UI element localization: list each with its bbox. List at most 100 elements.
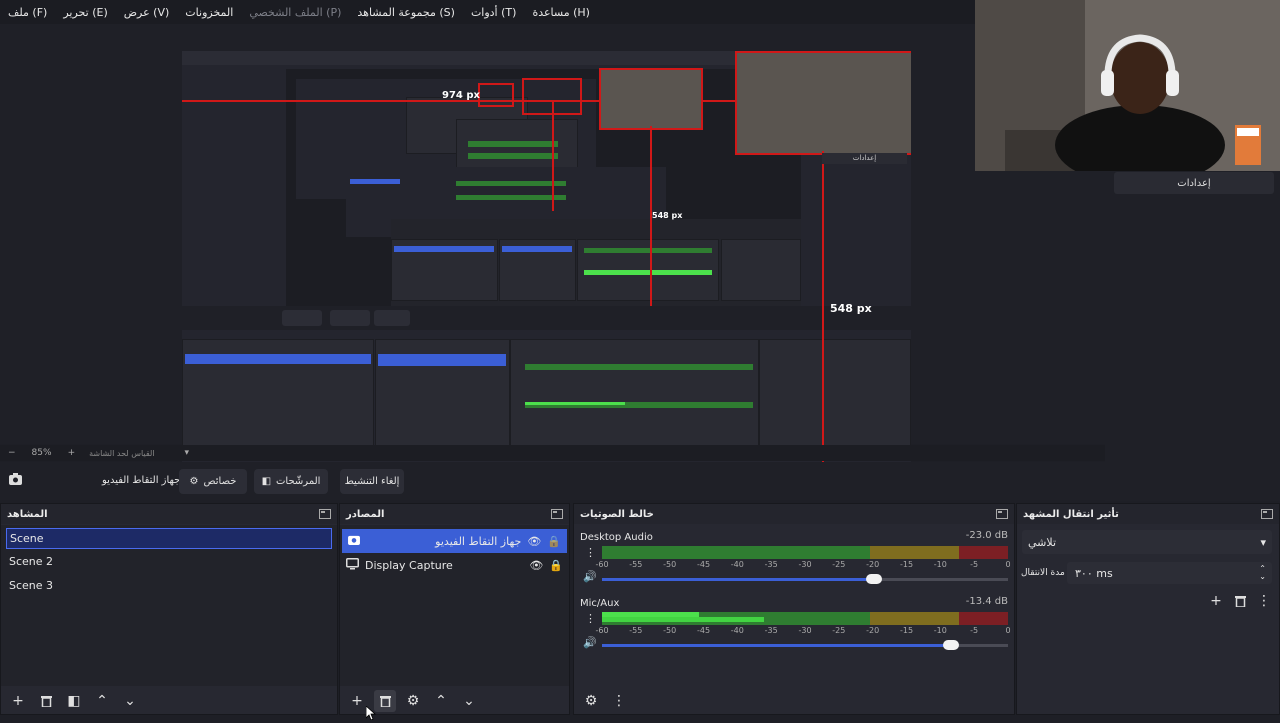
lock-icon[interactable]: 🔒 xyxy=(549,559,563,572)
channel-db: -23.0 dB xyxy=(965,530,1008,541)
mini-docks-1 xyxy=(391,219,801,309)
scale-tick: -10 xyxy=(933,626,947,635)
add-transition-button[interactable]: + xyxy=(1205,590,1227,612)
advanced-audio-button[interactable]: ⚙ xyxy=(580,690,602,712)
undock-icon[interactable] xyxy=(1261,509,1273,519)
spin-arrows-icon[interactable]: ⌃ ⌄ xyxy=(1259,565,1266,581)
mini-controls xyxy=(182,306,911,330)
volume-slider[interactable] xyxy=(602,574,1008,584)
right-dock xyxy=(1105,171,1280,501)
mini-sources xyxy=(375,339,510,461)
scenes-list: Scene Scene 2 Scene 3 xyxy=(1,525,337,686)
preview-area[interactable]: 974 px 548 px 548 px إعدادات xyxy=(0,24,1105,462)
scenes-header: المشاهد xyxy=(1,504,337,524)
scale-tick: -15 xyxy=(899,626,914,635)
channel-db: -13.4 dB xyxy=(965,596,1008,607)
speaker-icon[interactable]: 🔊 xyxy=(583,636,597,649)
source-properties-button[interactable]: ⚙ xyxy=(402,690,424,712)
filters-button[interactable]: ◧ المرشّحات xyxy=(254,469,328,494)
menu-tools[interactable]: أدوات (T) xyxy=(463,6,525,19)
scene-item[interactable]: Scene 3 xyxy=(1,573,337,597)
source-item-display-capture[interactable]: Display Capture 👁 🔒 xyxy=(340,553,569,577)
move-down-button[interactable]: ⌄ xyxy=(458,690,480,712)
lock-icon[interactable]: 🔒 xyxy=(547,535,561,548)
source-item-video-capture[interactable]: جهاز التقاط الفيديو 👁 🔒 xyxy=(342,529,567,553)
scene-filters-button[interactable]: ◧ xyxy=(63,690,85,712)
zoom-in-button[interactable]: + xyxy=(68,448,76,458)
menu-file[interactable]: ملف (F) xyxy=(0,6,55,19)
preview-canvas[interactable]: 974 px 548 px 548 px إعدادات xyxy=(182,51,911,462)
guide-box-1 xyxy=(478,83,514,107)
eye-icon[interactable]: 👁 xyxy=(527,535,541,548)
volume-slider[interactable] xyxy=(602,640,1008,650)
more-options-icon[interactable]: ⋮ xyxy=(585,612,596,625)
scale-tick: -60 xyxy=(595,560,609,569)
scale-tick: -35 xyxy=(764,626,778,635)
zoom-bar: − 85% + القياس لحد الشاشة ▾ xyxy=(0,445,1105,461)
undock-icon[interactable] xyxy=(551,509,563,519)
zoom-out-button[interactable]: − xyxy=(8,448,16,458)
scale-tick: -15 xyxy=(899,560,914,569)
transition-type-select[interactable]: تلاشي ▾ xyxy=(1022,530,1272,554)
scale-tick: -30 xyxy=(798,626,812,635)
eye-icon[interactable]: 👁 xyxy=(529,559,543,572)
speaker-icon[interactable]: 🔊 xyxy=(583,570,597,583)
properties-button[interactable]: ⚙ خصائص xyxy=(179,469,247,494)
transition-title: تأثير انتقال المشهد xyxy=(1023,508,1119,520)
audio-mixer-dock: خالط الصوتيات Desktop Audio -23.0 dB ⋮ -… xyxy=(573,503,1015,715)
gear-icon: ⚙ xyxy=(189,476,199,487)
scene-item[interactable]: Scene xyxy=(6,528,332,549)
scale-tick: -20 xyxy=(866,626,880,635)
move-up-button[interactable]: ⌃ xyxy=(91,690,113,712)
move-up-button[interactable]: ⌃ xyxy=(430,690,452,712)
duration-spinbox[interactable]: ٣٠٠ ms ⌃ ⌄ xyxy=(1067,562,1272,584)
scale-tick: -5 xyxy=(970,626,979,635)
menu-docks[interactable]: المخزونات xyxy=(177,6,241,19)
mixer-channel-desktop: Desktop Audio -23.0 dB ⋮ -60 -55 -50 -45 -40… xyxy=(580,530,1011,590)
scale-tick: -5 xyxy=(970,560,979,569)
guide-box-4 xyxy=(735,51,911,155)
sources-header: المصادر xyxy=(340,504,569,524)
volume-meter xyxy=(602,612,1008,625)
more-options-icon[interactable]: ⋮ xyxy=(585,546,596,559)
undock-icon[interactable] xyxy=(996,509,1008,519)
scenes-title: المشاهد xyxy=(7,508,48,520)
menu-scene-collection[interactable]: مجموعة المشاهد (S) xyxy=(349,6,463,19)
remove-transition-button[interactable] xyxy=(1229,590,1251,612)
add-scene-button[interactable]: + xyxy=(7,690,29,712)
scale-tick: -25 xyxy=(832,626,846,635)
menu-edit[interactable]: تحرير (E) xyxy=(55,6,115,19)
menu-view[interactable]: عرض (V) xyxy=(116,6,178,19)
add-source-button[interactable]: + xyxy=(346,690,368,712)
webcam-preview xyxy=(975,0,1280,171)
scale-tick: -45 xyxy=(696,560,711,569)
menu-bar: ملف (F) تحرير (E) عرض (V) المخزونات المل… xyxy=(0,0,975,24)
volume-meter xyxy=(602,546,1008,559)
guide-line-v1 xyxy=(552,101,554,211)
scale-tick: -40 xyxy=(730,626,744,635)
deactivate-button[interactable]: إلغاء التنشيط xyxy=(340,469,404,494)
settings-button[interactable]: إعدادات xyxy=(1114,172,1274,194)
camera-icon xyxy=(9,473,22,488)
remove-source-button[interactable] xyxy=(374,690,396,712)
guide-line-v3 xyxy=(822,151,824,462)
zoom-dropdown-icon[interactable]: ▾ xyxy=(185,448,190,458)
remove-scene-button[interactable] xyxy=(35,690,57,712)
move-down-button[interactable]: ⌄ xyxy=(119,690,141,712)
transition-menu-button[interactable]: ⋮ xyxy=(1253,590,1275,612)
menu-profile[interactable]: الملف الشخصي (P) xyxy=(241,6,349,19)
scene-transition-dock: تأثير انتقال المشهد تلاشي ▾ مدة الانتقال… xyxy=(1016,503,1280,715)
sources-title: المصادر xyxy=(346,508,385,520)
mixer-title: خالط الصوتيات xyxy=(580,508,654,520)
chevron-down-icon: ▾ xyxy=(1260,535,1266,549)
trash-icon xyxy=(40,696,52,707)
scale-tick: -35 xyxy=(764,560,778,569)
menu-help[interactable]: مساعدة (H) xyxy=(524,6,598,19)
scale-tick: 0 xyxy=(1005,560,1011,569)
scale-tick: -40 xyxy=(730,560,744,569)
mixer-menu-button[interactable]: ⋮ xyxy=(608,690,630,712)
scene-item[interactable]: Scene 2 xyxy=(1,549,337,573)
dimension-label-548: 548 px xyxy=(830,302,872,315)
undock-icon[interactable] xyxy=(319,509,331,519)
camera-icon xyxy=(348,534,360,548)
